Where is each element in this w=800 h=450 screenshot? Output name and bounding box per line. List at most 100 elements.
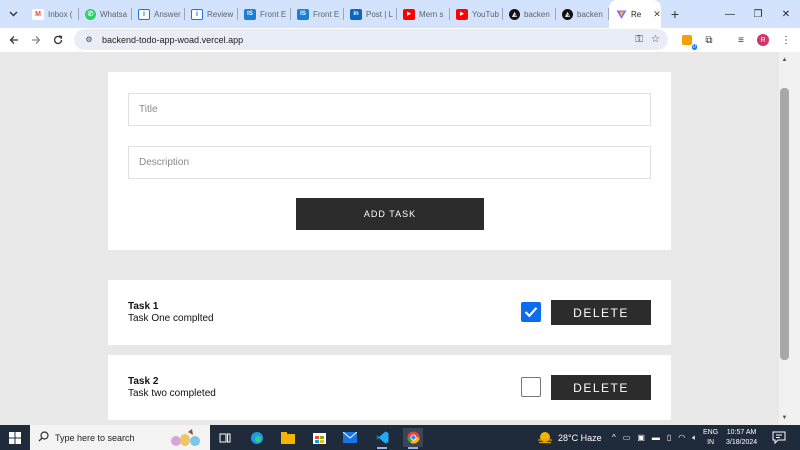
vite-icon [615,9,627,20]
tab[interactable]: IS Front E [291,0,344,28]
description-input[interactable] [128,146,651,179]
back-arrow-icon[interactable] [3,29,25,51]
site-info-tune-icon[interactable]: ⚙ [82,33,96,47]
windows-taskbar: Type here to search 28°C Haze ^ ▭ ▣ ▬ ▯ [0,425,800,450]
bookmark-star-icon[interactable]: ☆ [651,34,660,45]
restore-icon[interactable]: ❐ [744,0,772,28]
tab[interactable]: IS Front E [238,0,291,28]
task-title: Task 1 [128,301,159,312]
task-done-checkbox[interactable] [521,302,541,322]
volume-icon[interactable]: 🔈︎ [692,433,697,443]
battery-icon[interactable]: ▬ [652,433,660,442]
clock-time: 10:57 AM [726,429,757,436]
minimize-icon[interactable]: — [716,0,744,28]
taskbar-search[interactable]: Type here to search [30,425,210,450]
tab[interactable]: ✆ Whatsa [79,0,132,28]
scroll-up-arrow-icon[interactable]: ▲ [779,55,790,65]
is-icon: IS [297,8,309,20]
search-icon [38,430,49,445]
extension-count: 0 [691,44,697,50]
linkedin-icon: in [350,8,362,20]
mail-icon[interactable] [340,428,360,447]
page-scrollbar[interactable]: ▲ ▼ [779,52,800,425]
tray-app-icon[interactable]: ▣ [637,433,645,442]
render-icon: ◭ [562,8,573,20]
clock-date: 3/18/2024 [726,439,758,446]
delete-button[interactable]: DELETE [551,300,651,325]
task-view-icon[interactable] [215,428,235,447]
add-task-button[interactable]: ADD TASK [296,198,484,230]
extensions-puzzle-icon[interactable]: ⧉ [701,30,717,50]
tab[interactable]: i Answer [132,0,185,28]
extension-badge-icon[interactable]: 0 [680,30,697,50]
close-icon[interactable]: ✕ [653,9,661,20]
title-input[interactable] [128,93,651,126]
region-code: IN [707,439,715,446]
tab-label: backen [577,9,603,19]
new-tab-plus-icon[interactable]: + [665,4,685,24]
language-code: ENG [703,429,719,436]
tab-label: Whatsa [100,9,128,19]
vscode-icon[interactable] [372,428,392,449]
review-icon: i [191,8,203,20]
windows-start-icon[interactable] [0,425,30,450]
meet-now-icon[interactable]: ▭ [623,433,631,442]
youtube-icon: ▶ [456,8,468,20]
whatsapp-icon: ✆ [85,8,96,20]
tab[interactable]: ◭ backen [556,0,609,28]
tab-search-chevron-icon[interactable] [3,4,23,24]
url-text[interactable]: backend-todo-app-woad.vercel.app [102,35,243,45]
tab[interactable]: ◭ backen [503,0,556,28]
answer-icon: i [138,8,150,20]
delete-button[interactable]: DELETE [551,375,651,400]
language-indicator[interactable]: ENG IN [703,428,718,448]
show-hidden-icons-chevron-icon[interactable]: ^ [612,433,616,442]
tab-label: backen [524,9,550,19]
tab-label: Review [207,9,234,19]
render-icon: ◭ [509,8,520,20]
forward-arrow-icon[interactable] [25,29,47,51]
tab[interactable]: in Post | L [344,0,397,28]
chrome-icon[interactable] [403,428,423,449]
notification-center-icon[interactable] [772,431,786,445]
tab[interactable]: ▶ Mern s [397,0,450,28]
media-control-icon[interactable]: ≡ [733,30,749,50]
tab[interactable]: M Inbox ( [26,0,79,28]
menu-kebab-icon[interactable]: ⋮ [780,30,792,50]
file-explorer-icon[interactable] [278,428,298,447]
reload-icon[interactable] [47,29,69,51]
tab-label: Front E [313,9,340,19]
browser-toolbar: ⚙ backend-todo-app-woad.vercel.app ⚿ ☆ 0… [0,28,800,52]
scroll-down-arrow-icon[interactable]: ▼ [779,413,790,423]
scrollbar-thumb[interactable] [780,88,789,360]
gmail-icon: M [32,8,44,20]
tab-active[interactable]: Re ✕ [609,0,661,28]
profile-avatar[interactable]: R [756,30,770,50]
password-key-icon[interactable]: ⚿ [635,34,643,45]
tab-label: Inbox ( [48,9,73,19]
search-placeholder: Type here to search [55,432,135,443]
task-card: Task 1 Task One complted DELETE [108,280,671,345]
profile-initial: R [757,34,769,46]
tab-label: YouTub [472,9,499,19]
weather-text: 28°C Haze [558,432,602,443]
tab-label: Re [631,9,642,19]
tab-label: Mern s [419,9,444,19]
address-bar[interactable]: ⚙ backend-todo-app-woad.vercel.app ⚿ ☆ [74,29,668,50]
weather-widget[interactable]: 28°C Haze [537,425,602,450]
tab[interactable]: i Review [185,0,238,28]
window-close-icon[interactable]: ✕ [772,0,800,28]
task-done-checkbox[interactable] [521,377,541,397]
tab-label: Answer [154,9,181,19]
tab[interactable]: ▶ YouTub [450,0,503,28]
search-highlight-art-icon [171,429,200,446]
task-title: Task 2 [128,376,159,387]
microsoft-store-icon[interactable] [309,428,329,447]
page-viewport: ADD TASK Task 1 Task One complted DELETE… [0,52,779,425]
wifi-icon[interactable]: ◠ [678,433,685,442]
edge-browser-icon[interactable] [247,428,267,447]
device-icon[interactable]: ▯ [667,433,671,442]
tab-label: Post | L [366,9,393,19]
clock[interactable]: 10:57 AM 3/18/2024 [726,428,757,448]
browser-tabstrip: M Inbox ( ✆ Whatsa i Answer i Review IS Front… [0,0,800,28]
